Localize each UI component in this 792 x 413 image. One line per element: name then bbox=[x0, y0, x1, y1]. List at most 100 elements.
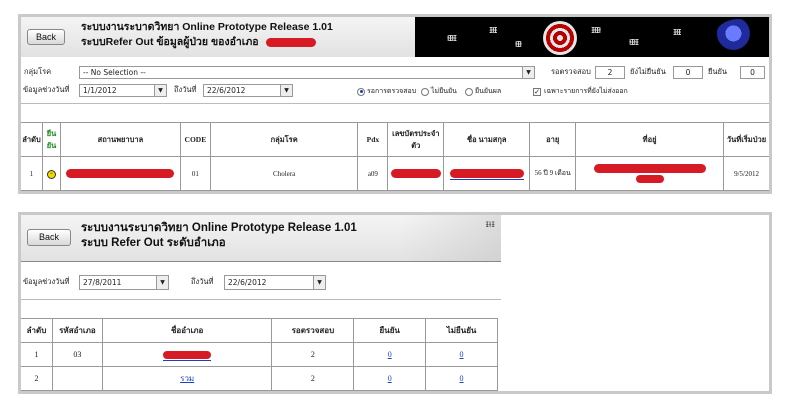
redacted-address-2 bbox=[635, 175, 664, 183]
panel-header: Back ระบบงานระบาดวิทยา Online Prototype … bbox=[21, 215, 501, 261]
redacted-name-link bbox=[449, 169, 524, 178]
district-summary-panel: Back ระบบงานระบาดวิทยา Online Prototype … bbox=[18, 212, 772, 394]
divider bbox=[21, 299, 501, 300]
confirmed-link[interactable]: 0 bbox=[388, 350, 392, 359]
row-no: 2 bbox=[21, 366, 53, 391]
row-confirmed[interactable]: 0 bbox=[353, 342, 427, 367]
date-range-label: ข้อมูลช่วงวันที่ bbox=[23, 85, 70, 94]
col-onset-date: วันที่เริ่มป่วย bbox=[723, 122, 769, 157]
date-from-select[interactable]: 27/8/2011 ▼ bbox=[79, 275, 169, 290]
row-district-code: 03 bbox=[51, 342, 103, 367]
redacted-hospital bbox=[66, 169, 175, 178]
row-id-number bbox=[387, 156, 445, 191]
table-header-row: ลำดับ รหัสอำเภอ ชื่ออำเภอ รอตรวจสอบ ยืนย… bbox=[21, 318, 498, 343]
redacted-district-name bbox=[265, 37, 316, 47]
col-no: ลำดับ bbox=[21, 122, 43, 157]
pending-label: รอตรวจสอบ bbox=[551, 67, 591, 76]
page-title: ระบบงานระบาดวิทยา Online Prototype Relea… bbox=[81, 20, 333, 50]
globe-icon bbox=[715, 19, 761, 55]
row-full-name[interactable] bbox=[443, 156, 531, 191]
col-unconfirmed: ไม่ยืนยัน bbox=[425, 318, 498, 343]
date-range-label: ข้อมูลช่วงวันที่ bbox=[23, 277, 70, 286]
row-pdx: a09 bbox=[357, 156, 389, 191]
panel-header: Back ระบบงานระบาดวิทยา Online Prototype … bbox=[21, 17, 769, 57]
col-id-number: เลขบัตรประจำ ตัว bbox=[387, 122, 445, 157]
district-summary-table: ลำดับ รหัสอำเภอ ชื่ออำเภอ รอตรวจสอบ ยืนย… bbox=[21, 318, 498, 391]
unexported-only-checkbox[interactable]: ✓ เฉพาะรายการที่ยังไม่ส่งออก bbox=[533, 86, 628, 97]
confirmed-count-field[interactable]: 0 bbox=[740, 66, 765, 79]
col-hospital: สถานพยาบาล bbox=[59, 122, 181, 157]
date-to-label: ถึงวันที่ bbox=[174, 85, 197, 94]
row-hospital bbox=[59, 156, 181, 191]
district-patient-panel: Back ระบบงานระบาดวิทยา Online Prototype … bbox=[18, 14, 772, 194]
redacted-district-link bbox=[163, 351, 212, 360]
yellow-flag-icon[interactable]: − bbox=[46, 169, 56, 179]
confirmed-link[interactable]: 0 bbox=[388, 374, 392, 383]
radio-confirmed[interactable]: ยืนยันผล bbox=[465, 86, 501, 97]
chevron-down-icon: ▼ bbox=[280, 85, 292, 96]
date-to-select[interactable]: 22/6/2012 ▼ bbox=[203, 84, 293, 97]
total-link[interactable]: รวม bbox=[180, 374, 194, 383]
redacted-id bbox=[390, 169, 441, 178]
col-full-name: ชื่อ นามสกุล bbox=[443, 122, 531, 157]
col-pending: รอตรวจสอบ bbox=[271, 318, 355, 343]
back-button[interactable]: Back bbox=[27, 229, 71, 246]
radio-pending[interactable]: รอการตรวจสอบ bbox=[357, 86, 416, 97]
not-confirmed-count-field[interactable]: 0 bbox=[673, 66, 703, 79]
page-title: ระบบงานระบาดวิทยา Online Prototype Relea… bbox=[81, 221, 357, 251]
row-unconfirmed[interactable]: 0 bbox=[425, 366, 498, 391]
checkmark-icon: ✓ bbox=[533, 87, 541, 96]
filter-row-2: ข้อมูลช่วงวันที่ 1/1/2012 ▼ ถึงวันที่ 22… bbox=[21, 83, 769, 99]
row-confirmed[interactable]: 0 bbox=[353, 366, 427, 391]
chevron-down-icon: ▼ bbox=[156, 276, 168, 289]
table-row[interactable]: 1 03 2 0 0 bbox=[21, 342, 498, 367]
row-no: 1 bbox=[21, 342, 53, 367]
chevron-down-icon: ▼ bbox=[522, 67, 534, 78]
table-row[interactable]: 1 − 01 Cholera a09 56 ปี 9 เดือน 9/5/201… bbox=[21, 156, 769, 191]
chevron-down-icon: ▼ bbox=[154, 85, 166, 96]
chevron-down-icon: ▼ bbox=[313, 276, 325, 289]
not-confirmed-label: ยังไม่ยืนยัน bbox=[630, 67, 666, 76]
filter-row-1: กลุ่มโรค -- No Selection -- ▼ รอตรวจสอบ … bbox=[21, 65, 769, 81]
unconfirmed-link[interactable]: 0 bbox=[460, 374, 464, 383]
divider bbox=[21, 103, 769, 104]
col-confirm: ยืน ยัน bbox=[41, 122, 61, 157]
radio-dot bbox=[357, 87, 365, 96]
title-line-1: ระบบงานระบาดวิทยา Online Prototype Relea… bbox=[81, 21, 333, 33]
row-pending: 2 bbox=[271, 342, 355, 367]
unconfirmed-link[interactable]: 0 bbox=[460, 350, 464, 359]
row-age: 56 ปี 9 เดือน bbox=[529, 156, 577, 191]
back-button[interactable]: Back bbox=[27, 29, 65, 45]
title-line-2: ระบบRefer Out ข้อมูลผู้ป่วย ของอำเภอ bbox=[81, 36, 259, 48]
row-code: 01 bbox=[179, 156, 211, 191]
row-pending: 2 bbox=[271, 366, 355, 391]
disease-group-label: กลุ่มโรค bbox=[24, 67, 52, 76]
row-no: 1 bbox=[21, 156, 43, 191]
col-address: ที่อยู่ bbox=[575, 122, 725, 157]
row-flag[interactable]: − bbox=[41, 156, 61, 191]
title-line-2: ระบบ Refer Out ระดับอำเภอ bbox=[81, 237, 226, 249]
row-unconfirmed[interactable]: 0 bbox=[425, 342, 498, 367]
row-disease: Cholera bbox=[209, 156, 359, 191]
redacted-address bbox=[593, 164, 706, 173]
col-disease-group: กลุ่มโรค bbox=[209, 122, 359, 157]
row-district-name[interactable]: รวม bbox=[101, 366, 273, 391]
row-address bbox=[575, 156, 725, 191]
date-to-select[interactable]: 22/6/2012 ▼ bbox=[224, 275, 326, 290]
table-row[interactable]: 2 รวม 2 0 0 bbox=[21, 366, 498, 391]
disease-group-select[interactable]: -- No Selection -- ▼ bbox=[79, 66, 535, 79]
pending-count-field[interactable]: 2 bbox=[595, 66, 625, 79]
col-pdx: Pdx bbox=[357, 122, 389, 157]
row-district-code bbox=[51, 366, 103, 391]
divider bbox=[21, 261, 501, 262]
row-onset-date: 9/5/2012 bbox=[723, 156, 769, 191]
radio-unconfirmed[interactable]: ไม่ยืนยัน bbox=[421, 86, 457, 97]
col-district-code: รหัสอำเภอ bbox=[51, 318, 103, 343]
row-district-name[interactable] bbox=[101, 342, 273, 367]
date-from-select[interactable]: 1/1/2012 ▼ bbox=[79, 84, 167, 97]
table-header-row: ลำดับ ยืน ยัน สถานพยาบาล CODE กลุ่มโรค P… bbox=[21, 122, 769, 157]
date-to-label: ถึงวันที่ bbox=[191, 277, 214, 286]
target-icon bbox=[543, 21, 577, 55]
col-district-name: ชื่ออำเภอ bbox=[101, 318, 273, 343]
col-confirmed: ยืนยัน bbox=[353, 318, 427, 343]
